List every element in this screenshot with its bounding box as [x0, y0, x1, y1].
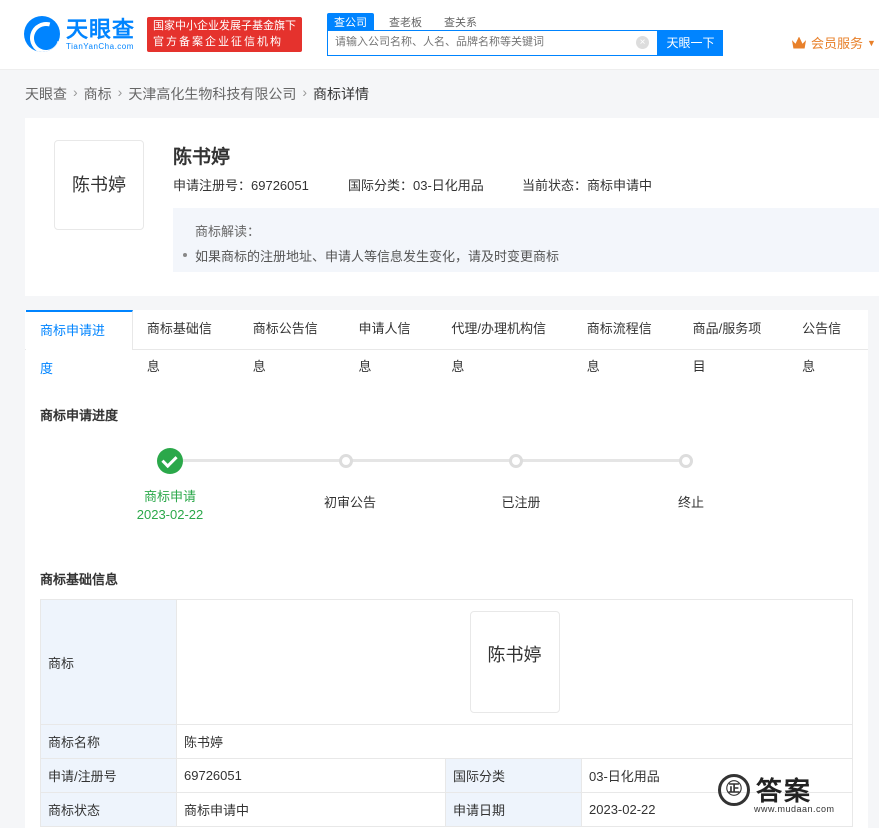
- tab-process[interactable]: 商标流程信息: [573, 310, 679, 374]
- watermark: ㊣ 答案 www.mudaan.com: [718, 771, 834, 814]
- official-badge: 国家中小企业发展子基金旗下 官方备案企业征信机构: [147, 17, 302, 52]
- chevron-right-icon: ›: [73, 84, 78, 100]
- detail-tabs: 商标申请进度 商标基础信息 商标公告信息 申请人信息 代理/办理机构信息 商标流…: [25, 310, 868, 376]
- logo-title: 天眼查: [66, 16, 136, 42]
- chevron-right-icon: ›: [117, 84, 123, 100]
- tab-announcement-info[interactable]: 商标公告信息: [239, 310, 345, 374]
- trademark-image: 陈书婷: [54, 140, 144, 230]
- tab-goods-services[interactable]: 商品/服务项目: [679, 310, 788, 374]
- class-key: 国际分类: [445, 758, 582, 793]
- tab-progress[interactable]: 商标申请进度: [26, 310, 133, 376]
- tab-applicant[interactable]: 申请人信息: [345, 310, 438, 374]
- class-meta: 国际分类：03-日化用品: [348, 178, 484, 193]
- breadcrumb: 天眼查 › 商标 › 天津高化生物科技有限公司 › 商标详情: [25, 84, 369, 104]
- breadcrumb-home[interactable]: 天眼查: [25, 84, 67, 104]
- clear-icon[interactable]: ×: [636, 36, 649, 49]
- note-title: 商标解读：: [195, 224, 261, 239]
- trademark-title: 陈书婷: [173, 147, 231, 168]
- watermark-text: 答案: [756, 776, 813, 806]
- progress-section-title: 商标申请进度: [40, 408, 119, 423]
- step-label-3: 已注册: [501, 495, 541, 510]
- search-button[interactable]: 天眼一下: [658, 30, 723, 56]
- search-type-tabs: 查公司 查老板 查关系: [327, 13, 492, 31]
- search-tab-boss[interactable]: 查老板: [382, 13, 429, 31]
- step-label-1: 商标申请: [143, 489, 196, 504]
- breadcrumb-trademark[interactable]: 商标: [84, 84, 112, 104]
- trademark-image-large: 陈书婷: [469, 611, 560, 713]
- step-node-2: [339, 454, 353, 468]
- search-tab-relation[interactable]: 查关系: [437, 13, 484, 31]
- tab-basic-info[interactable]: 商标基础信息: [133, 310, 239, 374]
- search-tab-company[interactable]: 查公司: [327, 13, 374, 31]
- tab-announcements[interactable]: 公告信息: [788, 310, 868, 374]
- chevron-right-icon: ›: [302, 84, 308, 100]
- tab-agency[interactable]: 代理/办理机构信息: [437, 310, 572, 374]
- note-text: 如果商标的注册地址、申请人等信息发生变化，请及时变更商标: [195, 249, 560, 264]
- basic-info-section-title: 商标基础信息: [40, 572, 119, 587]
- step-label-2: 初审公告: [323, 495, 376, 510]
- reg-key: 申请/注册号: [40, 758, 177, 793]
- chevron-down-icon: ▼: [867, 37, 876, 48]
- trademark-summary-card: 陈书婷 陈书婷 申请注册号：69726051 国际分类：03-日化用品 当前状态…: [25, 118, 879, 296]
- vip-label: 会员服务: [811, 36, 864, 51]
- date-key: 申请日期: [445, 792, 582, 827]
- breadcrumb-company[interactable]: 天津高化生物科技有限公司: [128, 84, 296, 104]
- logo-eye-icon: [24, 16, 60, 52]
- reg-value: 69726051: [176, 758, 446, 793]
- name-key: 商标名称: [40, 724, 177, 759]
- crown-icon: [792, 36, 806, 49]
- table-row: 商标 陈书婷: [40, 599, 853, 725]
- watermark-url: www.mudaan.com: [754, 804, 835, 814]
- search-input[interactable]: [335, 36, 635, 48]
- name-value: 陈书婷: [176, 724, 853, 759]
- step-node-3: [509, 454, 523, 468]
- progress-track: [183, 459, 685, 462]
- step-check-icon: [157, 448, 183, 474]
- site-logo[interactable]: 天眼查 TianYanCha.com: [24, 16, 135, 52]
- status-value: 商标申请中: [176, 792, 446, 827]
- reg-no-meta: 申请注册号：69726051: [173, 178, 309, 193]
- vip-service-menu[interactable]: 会员服务 ▼: [792, 33, 876, 52]
- bullet-icon: [183, 253, 187, 257]
- logo-subtitle: TianYanCha.com: [66, 41, 134, 51]
- trademark-key: 商标: [40, 599, 177, 725]
- step-label-4: 终止: [677, 495, 704, 510]
- step-date-1: 2023-02-22: [136, 507, 204, 522]
- trademark-note: 商标解读： 如果商标的注册地址、申请人等信息发生变化，请及时变更商标: [173, 208, 879, 272]
- search-box: ×: [327, 30, 658, 56]
- status-meta: 当前状态：商标申请中: [522, 178, 653, 193]
- table-row: 商标名称 陈书婷: [40, 724, 853, 759]
- trademark-detail-card: 商标申请进度 商标基础信息 商标公告信息 申请人信息 代理/办理机构信息 商标流…: [25, 310, 868, 828]
- breadcrumb-current: 商标详情: [313, 86, 370, 102]
- status-key: 商标状态: [40, 792, 177, 827]
- watermark-logo-icon: ㊣: [718, 773, 750, 806]
- step-node-4: [679, 454, 693, 468]
- top-header: 天眼查 TianYanCha.com 国家中小企业发展子基金旗下 官方备案企业征…: [0, 0, 879, 70]
